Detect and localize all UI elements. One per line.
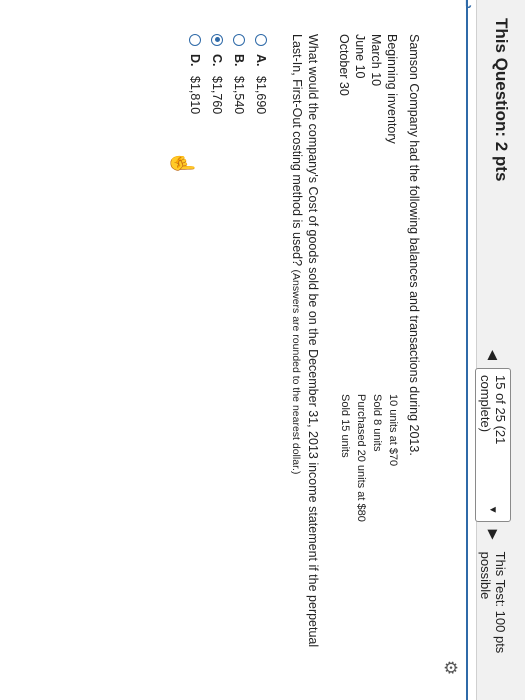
question-navigator: ◀ 15 of 25 (21 complete) ▼ ▶ This Test: … (475, 350, 511, 700)
transaction-value: Sold 15 units (339, 394, 351, 458)
dropdown-arrow-icon: ▼ (487, 504, 499, 515)
radio-button-selected[interactable] (211, 34, 224, 46)
option-letter: B. (232, 54, 247, 67)
option-letter: C. (210, 54, 225, 67)
answer-options: A. $1,690 B. $1,540 C. $1,760 D. $1,810 (184, 34, 272, 664)
option-b[interactable]: B. $1,540 (228, 34, 250, 664)
question-tail: Last-In, First-Out costing method is use… (289, 34, 304, 267)
transaction-desc: June 10 (353, 34, 367, 79)
question-screen: This Question: 2 pts ◀ 15 of 25 (21 comp… (0, 0, 525, 700)
progress-text: 15 of 25 (21 complete) (478, 375, 508, 445)
option-text: $1,810 (188, 76, 203, 115)
option-letter: A. (254, 54, 269, 67)
option-a[interactable]: A. $1,690 (250, 34, 272, 664)
transactions-table: Beginning inventory 10 units at $70 Marc… (335, 34, 399, 664)
radio-button[interactable] (255, 34, 268, 46)
question-points-title: This Question: 2 pts (492, 18, 511, 182)
transaction-value: 10 units at $70 (387, 394, 399, 467)
radio-button[interactable] (189, 34, 202, 46)
test-points-info: This Test: 100 pts possible (478, 551, 508, 654)
option-text: $1,540 (232, 76, 247, 115)
next-question-icon[interactable]: ▶ (485, 530, 501, 540)
transaction-desc: March 10 (369, 34, 383, 87)
hand-pointer-icon: ☝ (170, 150, 195, 178)
problem-intro: Samson Company had the following balance… (407, 34, 421, 456)
option-letter: D. (188, 54, 203, 67)
question-content: Samson Company had the following balance… (184, 34, 421, 664)
progress-dropdown[interactable]: 15 of 25 (21 complete) ▼ (475, 368, 511, 522)
header-bar: This Question: 2 pts ◀ 15 of 25 (21 comp… (475, 0, 525, 700)
radio-button[interactable] (233, 34, 246, 46)
gear-icon[interactable]: ⚙ (441, 660, 460, 678)
question-note: (Answers are rounded to the nearest doll… (289, 269, 302, 475)
option-d[interactable]: D. $1,810 (184, 34, 206, 664)
transaction-value: Purchased 20 units at $80 (355, 394, 367, 522)
option-text: $1,760 (210, 76, 225, 115)
transaction-desc: October 30 (337, 34, 351, 96)
transaction-value: Sold 8 units (371, 394, 383, 452)
header-divider (466, 0, 468, 700)
option-text: $1,690 (254, 76, 269, 115)
transaction-desc: Beginning inventory (385, 34, 399, 144)
question-main: What would the company's Cost of goods s… (306, 34, 320, 648)
question-text: What would the company's Cost of goods s… (288, 34, 321, 674)
option-c[interactable]: C. $1,760 (206, 34, 228, 664)
previous-question-icon[interactable]: ◀ (485, 350, 501, 360)
